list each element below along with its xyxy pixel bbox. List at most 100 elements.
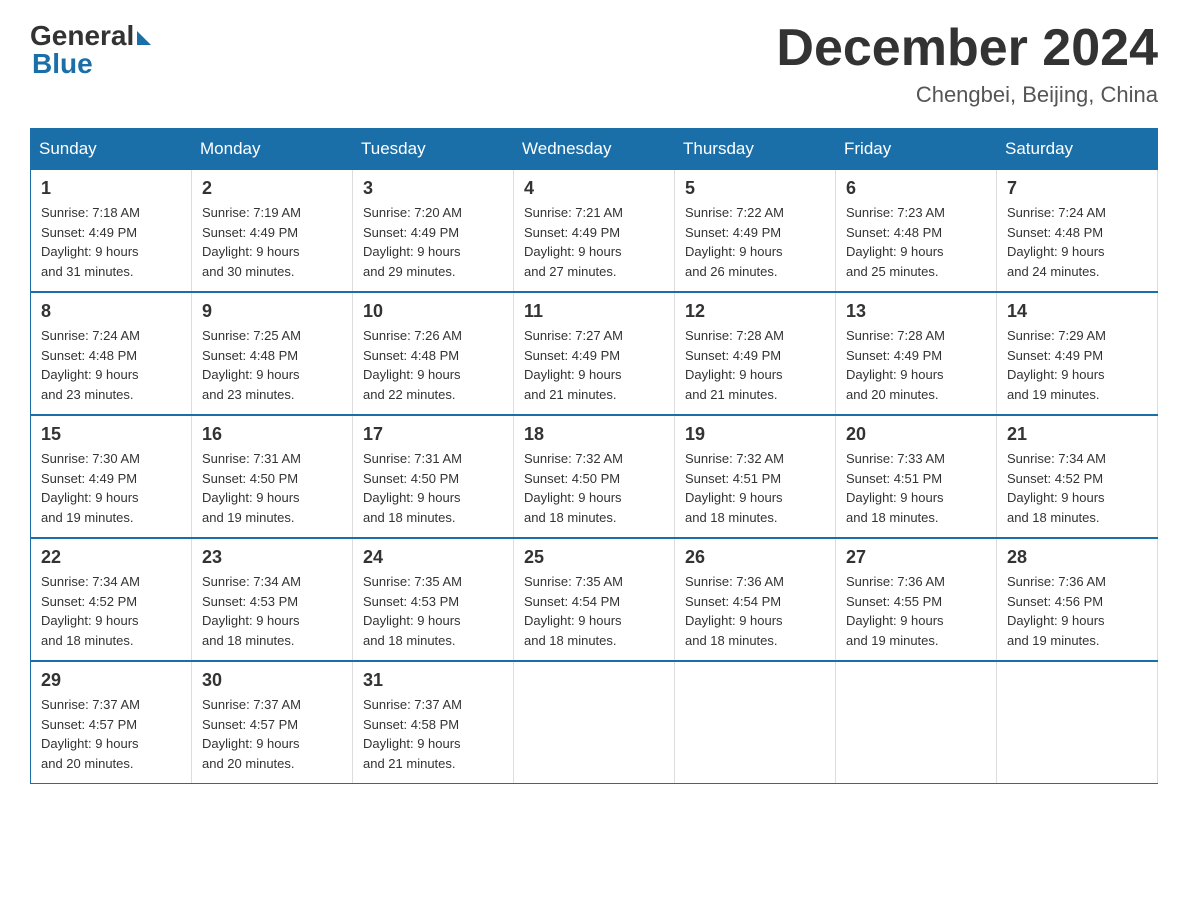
day-number: 18 bbox=[524, 424, 664, 445]
calendar-cell bbox=[997, 661, 1158, 784]
calendar-cell: 9 Sunrise: 7:25 AMSunset: 4:48 PMDaylight… bbox=[192, 292, 353, 415]
day-info: Sunrise: 7:34 AMSunset: 4:52 PMDaylight:… bbox=[41, 572, 181, 650]
calendar-week-5: 29Sunrise: 7:37 AMSunset: 4:57 PMDayligh… bbox=[31, 661, 1158, 784]
calendar-cell: 11 Sunrise: 7:27 AMSunset: 4:49 PMDayligh… bbox=[514, 292, 675, 415]
day-info: Sunrise: 7:26 AMSunset: 4:48 PMDaylight:… bbox=[363, 326, 503, 404]
calendar-cell: 30 Sunrise: 7:37 AMSunset: 4:57 PMDayligh… bbox=[192, 661, 353, 784]
calendar-cell: 27 Sunrise: 7:36 AMSunset: 4:55 PMDayligh… bbox=[836, 538, 997, 661]
calendar-cell: 20Sunrise: 7:33 AMSunset: 4:51 PMDayligh… bbox=[836, 415, 997, 538]
day-info: Sunrise: 7:30 AMSunset: 4:49 PMDaylight:… bbox=[41, 449, 181, 527]
weekday-header-row: SundayMondayTuesdayWednesdayThursdayFrid… bbox=[31, 129, 1158, 170]
calendar-cell: 10 Sunrise: 7:26 AMSunset: 4:48 PMDayligh… bbox=[353, 292, 514, 415]
calendar-cell: 15 Sunrise: 7:30 AMSunset: 4:49 PMDayligh… bbox=[31, 415, 192, 538]
calendar-week-1: 1Sunrise: 7:18 AMSunset: 4:49 PMDaylight… bbox=[31, 170, 1158, 293]
day-number: 19 bbox=[685, 424, 825, 445]
day-number: 8 bbox=[41, 301, 181, 322]
day-info: Sunrise: 7:34 AMSunset: 4:53 PMDaylight:… bbox=[202, 572, 342, 650]
day-number: 1 bbox=[41, 178, 181, 199]
location-subtitle: Chengbei, Beijing, China bbox=[776, 82, 1158, 108]
calendar-cell: 29Sunrise: 7:37 AMSunset: 4:57 PMDayligh… bbox=[31, 661, 192, 784]
calendar-cell: 22 Sunrise: 7:34 AMSunset: 4:52 PMDayligh… bbox=[31, 538, 192, 661]
calendar-cell: 5Sunrise: 7:22 AMSunset: 4:49 PMDaylight… bbox=[675, 170, 836, 293]
day-info: Sunrise: 7:25 AMSunset: 4:48 PMDaylight:… bbox=[202, 326, 342, 404]
day-info: Sunrise: 7:32 AMSunset: 4:51 PMDaylight:… bbox=[685, 449, 825, 527]
calendar-cell: 31 Sunrise: 7:37 AMSunset: 4:58 PMDayligh… bbox=[353, 661, 514, 784]
calendar-cell: 17Sunrise: 7:31 AMSunset: 4:50 PMDayligh… bbox=[353, 415, 514, 538]
day-info: Sunrise: 7:31 AMSunset: 4:50 PMDaylight:… bbox=[202, 449, 342, 527]
day-number: 12 bbox=[685, 301, 825, 322]
day-info: Sunrise: 7:32 AMSunset: 4:50 PMDaylight:… bbox=[524, 449, 664, 527]
day-number: 22 bbox=[41, 547, 181, 568]
title-section: December 2024 Chengbei, Beijing, China bbox=[776, 20, 1158, 108]
day-number: 4 bbox=[524, 178, 664, 199]
day-number: 3 bbox=[363, 178, 503, 199]
day-info: Sunrise: 7:36 AMSunset: 4:56 PMDaylight:… bbox=[1007, 572, 1147, 650]
calendar-week-3: 15 Sunrise: 7:30 AMSunset: 4:49 PMDayligh… bbox=[31, 415, 1158, 538]
calendar-cell: 14Sunrise: 7:29 AMSunset: 4:49 PMDayligh… bbox=[997, 292, 1158, 415]
page-header: General Blue December 2024 Chengbei, Bei… bbox=[30, 20, 1158, 108]
day-info: Sunrise: 7:36 AMSunset: 4:54 PMDaylight:… bbox=[685, 572, 825, 650]
logo-blue-text: Blue bbox=[32, 48, 93, 80]
weekday-header-wednesday: Wednesday bbox=[514, 129, 675, 170]
day-number: 14 bbox=[1007, 301, 1147, 322]
day-info: Sunrise: 7:37 AMSunset: 4:58 PMDaylight:… bbox=[363, 695, 503, 773]
logo-triangle-icon bbox=[137, 31, 151, 45]
day-info: Sunrise: 7:35 AMSunset: 4:53 PMDaylight:… bbox=[363, 572, 503, 650]
day-number: 2 bbox=[202, 178, 342, 199]
day-number: 11 bbox=[524, 301, 664, 322]
day-info: Sunrise: 7:27 AMSunset: 4:49 PMDaylight:… bbox=[524, 326, 664, 404]
calendar-cell: 16Sunrise: 7:31 AMSunset: 4:50 PMDayligh… bbox=[192, 415, 353, 538]
calendar-body: 1Sunrise: 7:18 AMSunset: 4:49 PMDaylight… bbox=[31, 170, 1158, 784]
calendar-cell: 25 Sunrise: 7:35 AMSunset: 4:54 PMDayligh… bbox=[514, 538, 675, 661]
calendar-cell: 8 Sunrise: 7:24 AMSunset: 4:48 PMDaylight… bbox=[31, 292, 192, 415]
day-number: 15 bbox=[41, 424, 181, 445]
day-info: Sunrise: 7:23 AMSunset: 4:48 PMDaylight:… bbox=[846, 203, 986, 281]
day-number: 26 bbox=[685, 547, 825, 568]
day-number: 25 bbox=[524, 547, 664, 568]
day-info: Sunrise: 7:37 AMSunset: 4:57 PMDaylight:… bbox=[41, 695, 181, 773]
day-number: 5 bbox=[685, 178, 825, 199]
day-number: 31 bbox=[363, 670, 503, 691]
weekday-header-monday: Monday bbox=[192, 129, 353, 170]
calendar-week-4: 22 Sunrise: 7:34 AMSunset: 4:52 PMDayligh… bbox=[31, 538, 1158, 661]
calendar-cell: 26 Sunrise: 7:36 AMSunset: 4:54 PMDayligh… bbox=[675, 538, 836, 661]
day-info: Sunrise: 7:24 AMSunset: 4:48 PMDaylight:… bbox=[41, 326, 181, 404]
calendar-cell: 13Sunrise: 7:28 AMSunset: 4:49 PMDayligh… bbox=[836, 292, 997, 415]
day-number: 23 bbox=[202, 547, 342, 568]
calendar-cell: 19 Sunrise: 7:32 AMSunset: 4:51 PMDayligh… bbox=[675, 415, 836, 538]
weekday-header-thursday: Thursday bbox=[675, 129, 836, 170]
month-year-title: December 2024 bbox=[776, 20, 1158, 77]
day-number: 21 bbox=[1007, 424, 1147, 445]
calendar-cell: 3 Sunrise: 7:20 AMSunset: 4:49 PMDaylight… bbox=[353, 170, 514, 293]
day-info: Sunrise: 7:35 AMSunset: 4:54 PMDaylight:… bbox=[524, 572, 664, 650]
calendar-cell bbox=[675, 661, 836, 784]
calendar-cell: 2Sunrise: 7:19 AMSunset: 4:49 PMDaylight… bbox=[192, 170, 353, 293]
day-number: 9 bbox=[202, 301, 342, 322]
day-number: 27 bbox=[846, 547, 986, 568]
day-number: 6 bbox=[846, 178, 986, 199]
day-number: 7 bbox=[1007, 178, 1147, 199]
calendar-cell: 7 Sunrise: 7:24 AMSunset: 4:48 PMDaylight… bbox=[997, 170, 1158, 293]
weekday-header-sunday: Sunday bbox=[31, 129, 192, 170]
day-info: Sunrise: 7:33 AMSunset: 4:51 PMDaylight:… bbox=[846, 449, 986, 527]
calendar-cell bbox=[514, 661, 675, 784]
day-info: Sunrise: 7:36 AMSunset: 4:55 PMDaylight:… bbox=[846, 572, 986, 650]
day-info: Sunrise: 7:20 AMSunset: 4:49 PMDaylight:… bbox=[363, 203, 503, 281]
day-info: Sunrise: 7:37 AMSunset: 4:57 PMDaylight:… bbox=[202, 695, 342, 773]
weekday-header-tuesday: Tuesday bbox=[353, 129, 514, 170]
day-number: 24 bbox=[363, 547, 503, 568]
weekday-header-friday: Friday bbox=[836, 129, 997, 170]
calendar-table: SundayMondayTuesdayWednesdayThursdayFrid… bbox=[30, 128, 1158, 784]
calendar-cell: 1Sunrise: 7:18 AMSunset: 4:49 PMDaylight… bbox=[31, 170, 192, 293]
day-info: Sunrise: 7:28 AMSunset: 4:49 PMDaylight:… bbox=[846, 326, 986, 404]
day-number: 28 bbox=[1007, 547, 1147, 568]
day-info: Sunrise: 7:24 AMSunset: 4:48 PMDaylight:… bbox=[1007, 203, 1147, 281]
calendar-cell: 18 Sunrise: 7:32 AMSunset: 4:50 PMDayligh… bbox=[514, 415, 675, 538]
day-number: 10 bbox=[363, 301, 503, 322]
calendar-cell: 12Sunrise: 7:28 AMSunset: 4:49 PMDayligh… bbox=[675, 292, 836, 415]
day-info: Sunrise: 7:34 AMSunset: 4:52 PMDaylight:… bbox=[1007, 449, 1147, 527]
day-number: 30 bbox=[202, 670, 342, 691]
logo: General Blue bbox=[30, 20, 151, 80]
calendar-cell bbox=[836, 661, 997, 784]
calendar-header: SundayMondayTuesdayWednesdayThursdayFrid… bbox=[31, 129, 1158, 170]
